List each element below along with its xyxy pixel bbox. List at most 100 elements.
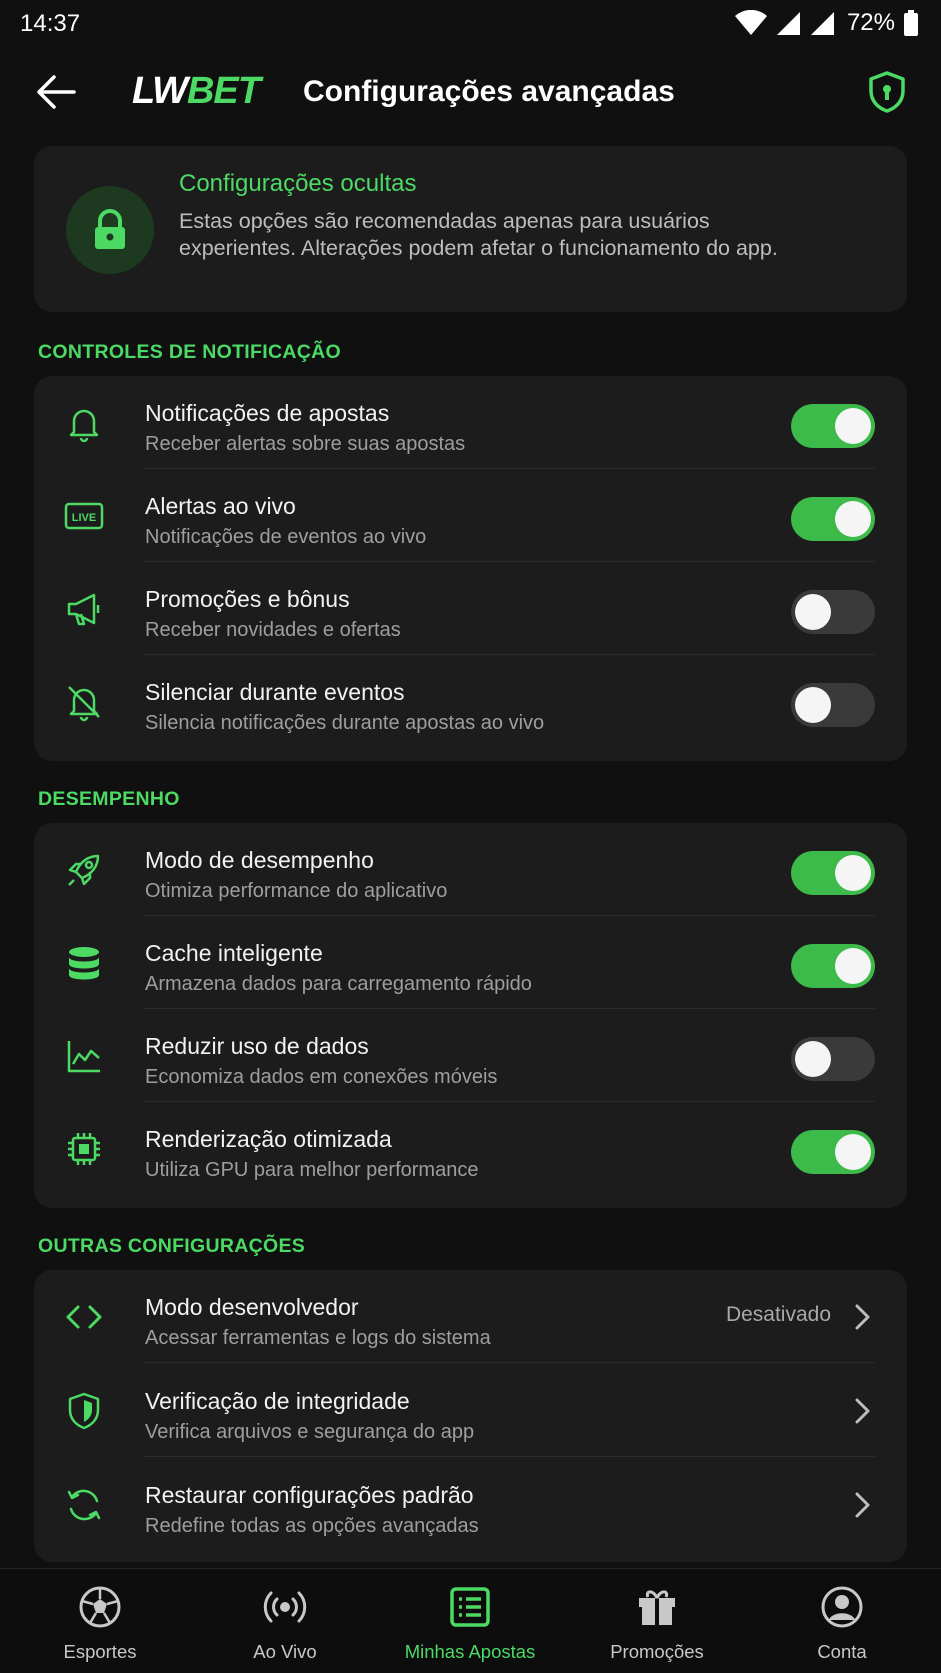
bell-icon — [69, 409, 99, 443]
toggle-knob — [835, 948, 871, 984]
setting-row-performance-mode[interactable]: Modo de desempenho Otimiza performance d… — [34, 823, 907, 916]
setting-label: Promoções e bônus — [145, 586, 350, 612]
rocket-icon — [68, 854, 100, 886]
lock-icon — [95, 209, 125, 249]
chart-line-icon — [67, 1041, 100, 1073]
info-card-description: Estas opções são recomendadas apenas par… — [179, 209, 778, 260]
setting-row-live-alerts[interactable]: LIVE Alertas ao vivo Notificações de eve… — [34, 469, 907, 562]
setting-description: Silencia notificações durante apostas ao… — [145, 712, 545, 734]
setting-description: Economiza dados em conexões móveis — [145, 1066, 498, 1088]
toggle-switch[interactable] — [791, 1037, 875, 1081]
hidden-settings-card: Configurações ocultas Estas opções são r… — [34, 146, 907, 312]
nav-item-promotions[interactable]: Promoções — [563, 1569, 751, 1673]
nav-label: Ao Vivo — [253, 1641, 317, 1662]
nav-label: Promoções — [610, 1641, 704, 1662]
toggle-switch[interactable] — [791, 851, 875, 895]
toggle-knob — [835, 501, 871, 537]
setting-description: Receber novidades e ofertas — [145, 619, 401, 641]
setting-row-restore-defaults[interactable]: Restaurar configurações padrão Redefine … — [34, 1458, 907, 1551]
battery-icon — [904, 10, 918, 36]
toggle-knob — [795, 1041, 831, 1077]
toggle-switch[interactable] — [791, 1130, 875, 1174]
signal-icon-2 — [810, 12, 834, 35]
setting-description: Verifica arquivos e segurança do app — [145, 1421, 475, 1443]
live-icon: LIVE — [64, 502, 104, 530]
app-logo: LWBET — [132, 70, 261, 112]
setting-row-developer-mode[interactable]: Modo desenvolvedor Acessar ferramentas e… — [34, 1270, 907, 1363]
setting-description: Otimiza performance do aplicativo — [145, 880, 448, 902]
bet-slip-icon — [450, 1587, 490, 1627]
setting-label: Cache inteligente — [145, 940, 323, 966]
code-icon — [66, 1305, 102, 1329]
chevron-right-icon — [855, 1398, 870, 1424]
chevron-right-icon — [855, 1492, 870, 1518]
toggle-switch[interactable] — [791, 497, 875, 541]
setting-description: Receber alertas sobre suas apostas — [145, 433, 466, 455]
setting-row-promotions[interactable]: Promoções e bônus Receber novidades e of… — [34, 562, 907, 655]
section-title-other: OUTRAS CONFIGURAÇÕES — [38, 1235, 306, 1257]
nav-item-my-bets[interactable]: Minhas Apostas — [376, 1569, 564, 1673]
toggle-switch[interactable] — [791, 683, 875, 727]
setting-label: Verificação de integridade — [145, 1388, 410, 1414]
page-title: Configurações avançadas — [303, 75, 675, 108]
toggle-switch[interactable] — [791, 590, 875, 634]
shield-lock-icon[interactable] — [867, 70, 907, 114]
performance-card: Modo de desempenho Otimiza performance d… — [34, 823, 907, 1208]
account-icon — [821, 1586, 863, 1628]
toggle-knob — [835, 855, 871, 891]
setting-label: Renderização otimizada — [145, 1126, 392, 1152]
setting-label: Modo de desempenho — [145, 847, 374, 873]
signal-icon — [776, 12, 800, 35]
nav-label: Conta — [817, 1641, 867, 1662]
setting-row-integrity-check[interactable]: Verificação de integridade Verifica arqu… — [34, 1364, 907, 1457]
setting-row-reduce-data[interactable]: Reduzir uso de dados Economiza dados em … — [34, 1009, 907, 1102]
battery-percent: 72% — [846, 9, 895, 36]
status-time: 14:37 — [20, 10, 81, 37]
nav-label: Esportes — [63, 1641, 137, 1662]
info-card-title: Configurações ocultas — [179, 170, 417, 197]
chip-icon — [68, 1133, 100, 1165]
divider — [144, 1456, 875, 1457]
back-arrow-icon[interactable] — [34, 72, 78, 112]
setting-row-bet-notifications[interactable]: Notificações de apostas Receber alertas … — [34, 376, 907, 469]
setting-row-optimized-render[interactable]: Renderização otimizada Utiliza GPU para … — [34, 1102, 907, 1195]
nav-item-account[interactable]: Conta — [748, 1569, 936, 1673]
setting-label: Modo desenvolvedor — [145, 1294, 359, 1320]
svg-text:LIVE: LIVE — [72, 512, 96, 524]
database-icon — [69, 947, 99, 980]
setting-row-silence-events[interactable]: Silenciar durante eventos Silencia notif… — [34, 655, 907, 748]
notifications-card: Notificações de apostas Receber alertas … — [34, 376, 907, 761]
setting-description: Armazena dados para carregamento rápido — [145, 973, 532, 995]
nav-item-sports[interactable]: Esportes — [6, 1569, 194, 1673]
soccer-ball-icon — [79, 1586, 121, 1628]
setting-label: Silenciar durante eventos — [145, 679, 405, 705]
setting-description: Notificações de eventos ao vivo — [145, 526, 427, 548]
other-settings-card: Modo desenvolvedor Acessar ferramentas e… — [34, 1270, 907, 1562]
nav-item-live[interactable]: Ao Vivo — [191, 1569, 379, 1673]
toggle-knob — [835, 408, 871, 444]
refresh-icon — [67, 1489, 101, 1521]
setting-label: Reduzir uso de dados — [145, 1033, 369, 1059]
app-bar: LWBET Configurações avançadas — [0, 58, 941, 128]
gift-icon — [639, 1590, 675, 1625]
bottom-navigation: Esportes Ao Vivo Minhas Apostas Promoçõe… — [0, 1568, 941, 1673]
setting-row-smart-cache[interactable]: Cache inteligente Armazena dados para ca… — [34, 916, 907, 1009]
section-title-performance: DESEMPENHO — [38, 788, 180, 810]
setting-label: Alertas ao vivo — [145, 493, 296, 519]
setting-label: Restaurar configurações padrão — [145, 1482, 474, 1508]
setting-description: Utiliza GPU para melhor performance — [145, 1159, 479, 1181]
toggle-switch[interactable] — [791, 404, 875, 448]
toggle-knob — [795, 687, 831, 723]
megaphone-icon — [67, 593, 100, 626]
shield-check-icon — [68, 1392, 100, 1430]
toggle-knob — [795, 594, 831, 630]
toggle-knob — [835, 1134, 871, 1170]
toggle-switch[interactable] — [791, 944, 875, 988]
broadcast-icon — [263, 1591, 307, 1623]
setting-label: Notificações de apostas — [145, 400, 390, 426]
divider — [144, 1362, 875, 1363]
developer-mode-status: Desativado — [725, 1303, 831, 1326]
setting-description: Redefine todas as opções avançadas — [145, 1515, 479, 1537]
nav-label: Minhas Apostas — [404, 1641, 536, 1662]
lock-badge — [66, 186, 154, 274]
